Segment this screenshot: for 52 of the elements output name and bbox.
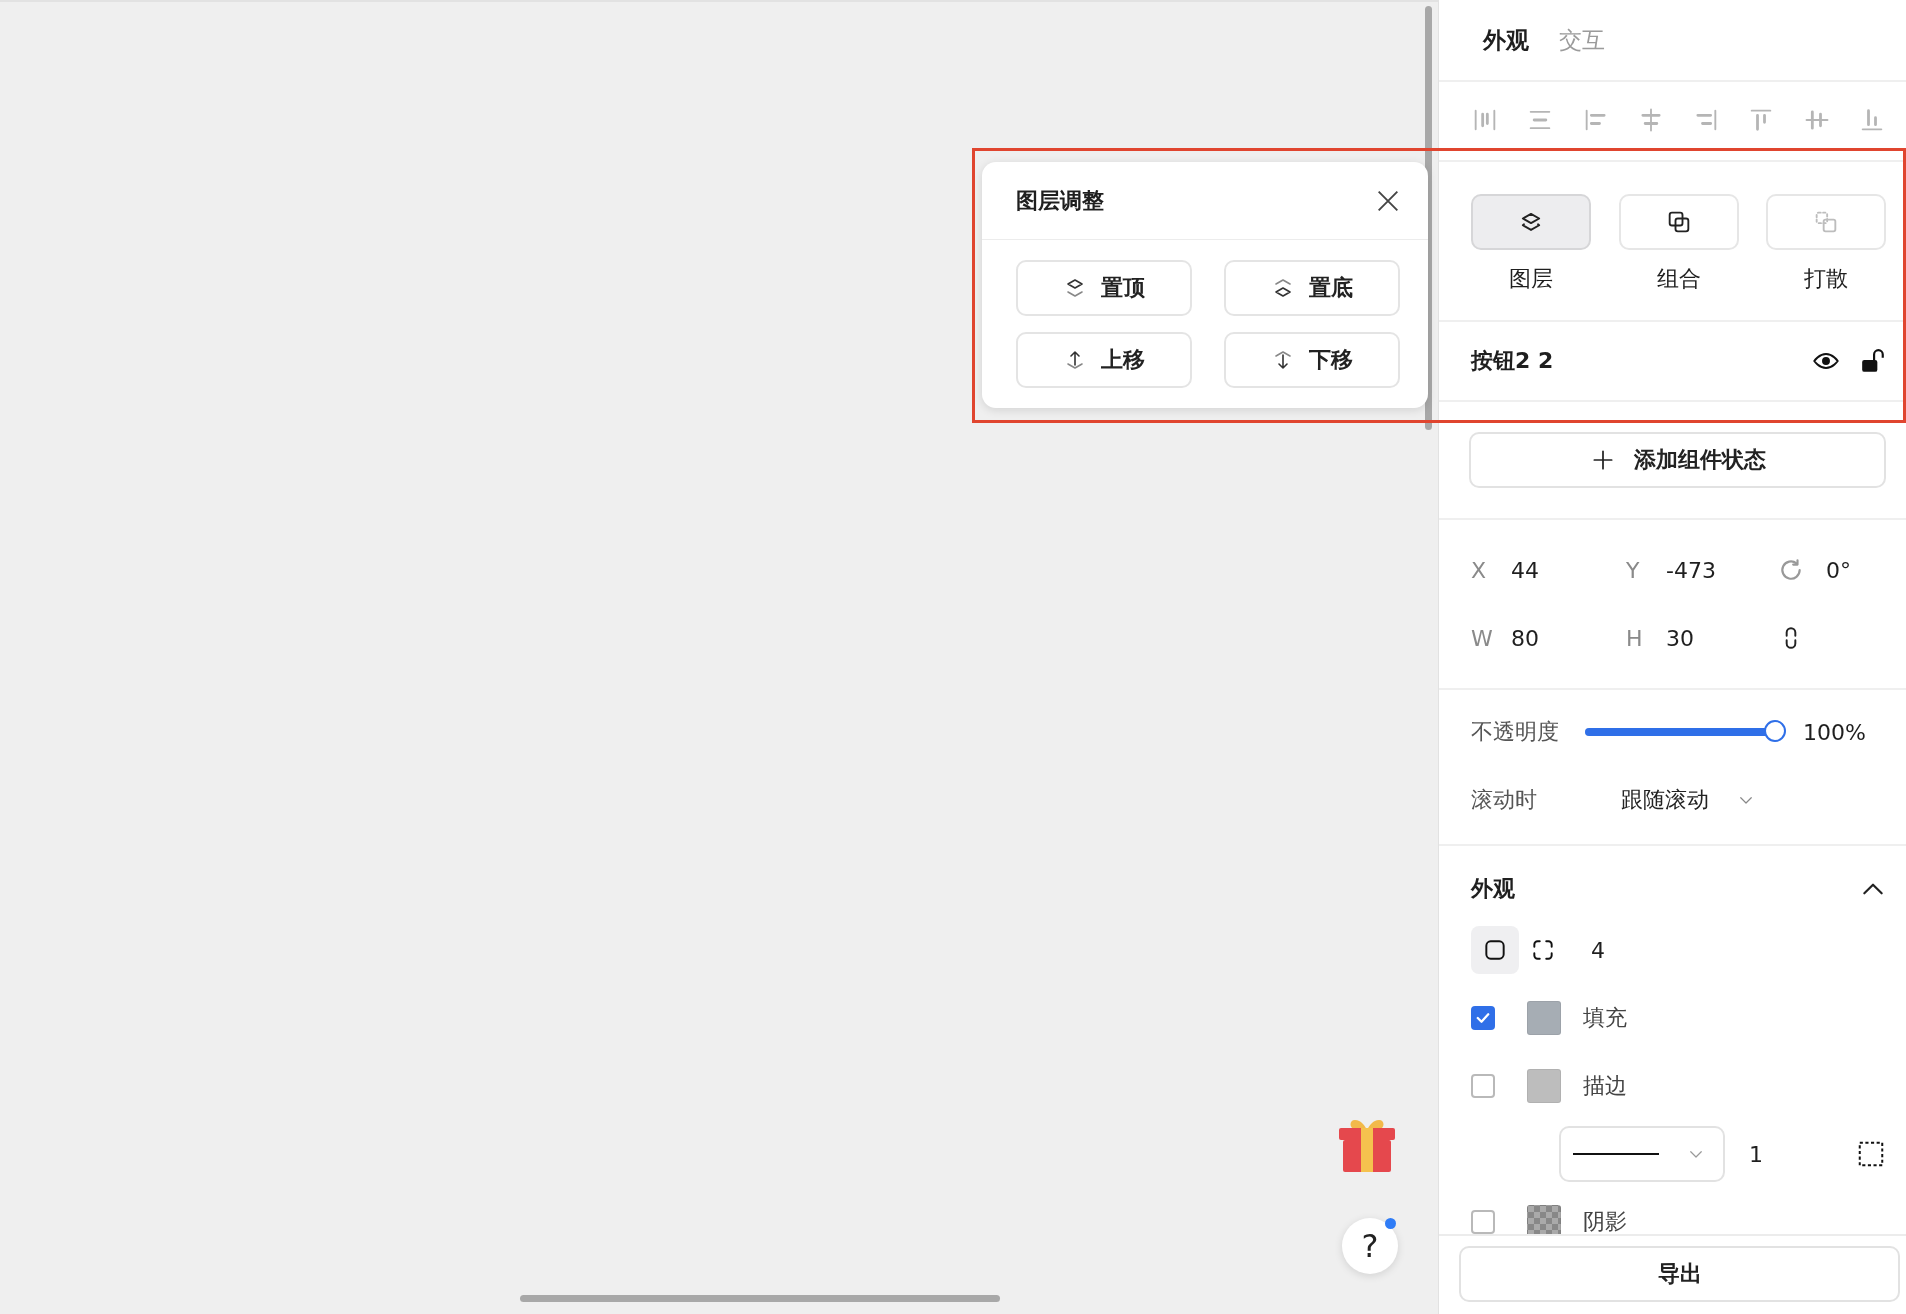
checkbox[interactable] (1471, 1074, 1495, 1098)
slider-thumb[interactable] (1764, 720, 1786, 742)
color-swatch[interactable] (1527, 1069, 1561, 1103)
stroke-sides-button[interactable] (1856, 1139, 1886, 1169)
solid-line-icon (1573, 1153, 1659, 1155)
property-label: 描边 (1583, 1072, 1627, 1100)
scroll-select[interactable]: 跟随滚动 (1621, 785, 1755, 815)
field-value[interactable]: 80 (1511, 625, 1539, 651)
rounded-square-icon (1482, 937, 1508, 963)
checkbox[interactable] (1471, 1210, 1495, 1234)
opacity-value: 100% (1803, 719, 1866, 745)
opacity-label: 不透明度 (1471, 718, 1560, 746)
rotate-icon (1778, 557, 1804, 583)
field-label: X (1471, 557, 1488, 583)
arrange-label: 图层 (1509, 265, 1553, 293)
shadow-swatch[interactable] (1527, 1205, 1561, 1234)
field-label: Y (1626, 557, 1641, 583)
field-value[interactable]: -473 (1666, 557, 1716, 583)
layer-order-button[interactable]: 置顶 (1016, 260, 1192, 316)
checkbox[interactable] (1471, 1006, 1495, 1030)
dashed-square-icon (1856, 1139, 1886, 1169)
layer-order-button[interactable]: 置底 (1224, 260, 1400, 316)
property-label: 填充 (1583, 1004, 1627, 1032)
unlock-icon (1860, 348, 1886, 374)
line-style-select[interactable] (1559, 1126, 1725, 1182)
color-swatch[interactable] (1527, 1001, 1561, 1035)
help-button[interactable]: ? (1342, 1218, 1398, 1274)
popup-title: 图层调整 (1016, 186, 1104, 215)
stroke-width-value[interactable]: 1 (1749, 1141, 1856, 1167)
layer-order-button[interactable]: 上移 (1016, 332, 1192, 388)
arrange-button[interactable] (1618, 194, 1739, 250)
uniform-radius-button[interactable] (1471, 926, 1519, 974)
layer-name: 按钮2 2 (1471, 347, 1555, 375)
arrange-label: 打散 (1804, 265, 1848, 293)
panel-tab[interactable]: 外观 (1483, 24, 1529, 56)
field-label: H (1626, 625, 1644, 651)
arrange-label: 组合 (1656, 265, 1701, 293)
property-label: 阴影 (1583, 1208, 1627, 1234)
section-title: 外观 (1471, 875, 1515, 903)
field-value[interactable]: 44 (1511, 557, 1539, 583)
layer-order-button[interactable]: 下移 (1224, 332, 1400, 388)
lock-toggle[interactable] (1860, 348, 1886, 374)
arrange-button[interactable] (1471, 194, 1591, 250)
export-button[interactable]: 导出 (1459, 1246, 1900, 1302)
add-state-button[interactable]: 添加组件状态 (1469, 432, 1886, 488)
horizontal-scrollbar[interactable] (520, 1295, 1000, 1302)
radius-value[interactable]: 4 (1591, 937, 1886, 963)
field-value[interactable]: 30 (1666, 625, 1694, 651)
corners-icon (1530, 937, 1556, 963)
scroll-label: 滚动时 (1471, 786, 1538, 814)
opacity-slider[interactable] (1583, 720, 1787, 744)
rotation-value[interactable]: 0° (1826, 557, 1851, 583)
